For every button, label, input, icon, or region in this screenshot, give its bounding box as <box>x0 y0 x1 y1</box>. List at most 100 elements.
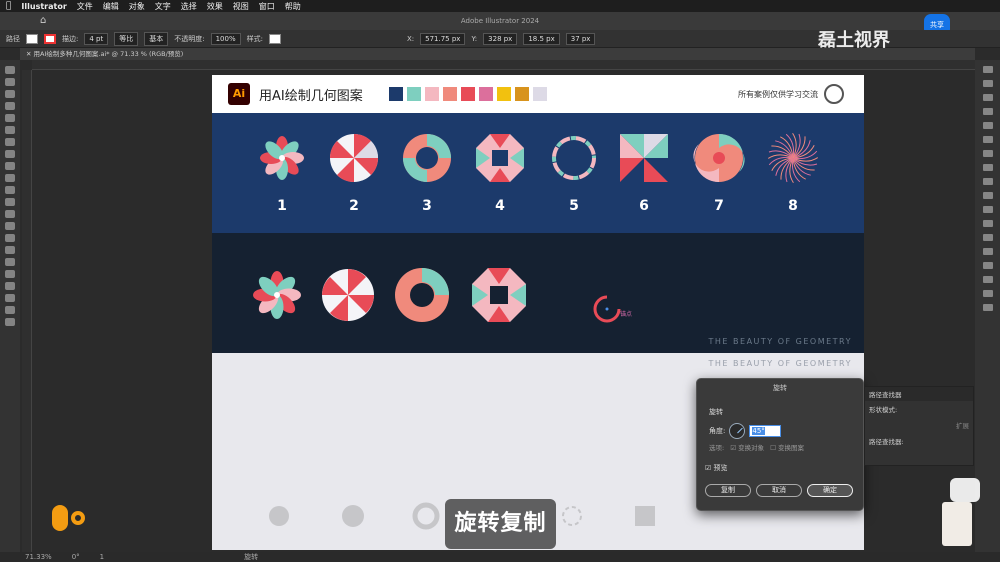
hand-tool-icon[interactable] <box>5 270 15 278</box>
artboard-tool-icon[interactable] <box>5 258 15 266</box>
angle-dial-icon[interactable] <box>729 423 746 439</box>
play-icon[interactable] <box>950 478 980 502</box>
selection-type: 路径 <box>6 34 20 43</box>
pattern-number: 8 <box>788 198 798 214</box>
menu-effect[interactable]: 效果 <box>207 1 223 12</box>
angle-input[interactable]: 45° <box>749 425 782 437</box>
brush-select[interactable]: 基本 <box>144 31 169 46</box>
apple-icon[interactable]:  <box>6 1 11 11</box>
horizontal-ruler[interactable] <box>32 60 975 70</box>
x-input[interactable]: 571.75 px <box>420 32 466 45</box>
menu-object[interactable]: 对象 <box>129 1 145 12</box>
transparency-icon[interactable] <box>982 234 993 241</box>
brand-logo <box>52 505 85 531</box>
gradient-icon[interactable] <box>982 220 993 227</box>
rotation-view[interactable]: 0° <box>72 553 80 561</box>
drawing-mode-icon[interactable] <box>5 306 15 314</box>
artboard-number[interactable]: 1 <box>100 553 104 561</box>
transform-patterns-checkbox[interactable]: ☐ 变换图案 <box>770 442 804 452</box>
type-tool-icon[interactable] <box>5 138 15 146</box>
export-icon[interactable] <box>982 262 993 269</box>
opacity-input[interactable]: 100% <box>210 32 241 45</box>
color-icon[interactable] <box>982 108 993 115</box>
menu-file[interactable]: 文件 <box>77 1 93 12</box>
y-input[interactable]: 328 px <box>483 32 518 45</box>
palette-swatch <box>533 87 547 101</box>
cancel-button[interactable]: 取消 <box>756 484 802 497</box>
fill-swatch[interactable] <box>26 33 38 44</box>
properties-icon[interactable] <box>982 66 993 73</box>
rotate-tool-icon[interactable] <box>5 150 15 158</box>
pathfinder-icon[interactable] <box>982 304 993 311</box>
scale-tool-icon[interactable] <box>5 162 15 170</box>
pattern-5-dashed-ring <box>552 136 596 180</box>
align-icon[interactable] <box>982 276 993 283</box>
zoom-level[interactable]: 71.33% <box>25 553 52 561</box>
pen-tool-icon[interactable] <box>5 90 15 98</box>
dialog-section: 旋转 <box>709 408 723 416</box>
zoom-tool-icon[interactable] <box>5 282 15 290</box>
swatches-icon[interactable] <box>982 122 993 129</box>
shape-builder-icon[interactable] <box>5 186 15 194</box>
style-label: 样式: <box>246 34 263 43</box>
symbol-tool-icon[interactable] <box>5 234 15 242</box>
transform-objects-checkbox[interactable]: ☑ 变换对象 <box>730 442 764 452</box>
eyedropper-tool-icon[interactable] <box>5 210 15 218</box>
transform-icon[interactable] <box>982 290 993 297</box>
menu-help[interactable]: 帮助 <box>285 1 301 12</box>
preview-checkbox[interactable]: ☑ 预览 <box>705 463 728 473</box>
video-subtitle: 旋转复制 <box>445 499 556 549</box>
palette-swatch <box>461 87 475 101</box>
transform-objects-label: 变换对象 <box>738 444 765 452</box>
palette-swatch <box>479 87 493 101</box>
direct-selection-tool-icon[interactable] <box>5 78 15 86</box>
vertical-ruler[interactable] <box>22 70 32 552</box>
artboard-title: 用AI绘制几何图案 <box>259 89 363 104</box>
character-icon[interactable] <box>982 164 993 171</box>
libraries-icon[interactable] <box>982 94 993 101</box>
pattern-1-flower <box>260 136 304 180</box>
logo-ring <box>71 511 85 525</box>
home-icon[interactable]: ⌂ <box>40 12 46 30</box>
fill-stroke-icon[interactable] <box>5 294 15 302</box>
app-menu[interactable]: Illustrator <box>21 2 66 11</box>
close-icon[interactable]: ✕ <box>26 50 34 58</box>
tagline: THE BEAUTY OF GEOMETRY <box>708 337 852 346</box>
stroke-swatch[interactable] <box>44 33 56 44</box>
pattern-number: 6 <box>639 198 649 214</box>
seal-logo <box>824 84 844 104</box>
menu-view[interactable]: 视图 <box>233 1 249 12</box>
graph-tool-icon[interactable] <box>5 246 15 254</box>
layers-icon[interactable] <box>982 80 993 87</box>
dialog-title: 旋转 <box>773 384 787 392</box>
pencil-tool-icon[interactable] <box>5 126 15 134</box>
menu-window[interactable]: 窗口 <box>259 1 275 12</box>
links-icon[interactable] <box>982 248 993 255</box>
palette-swatch <box>407 87 421 101</box>
menu-type[interactable]: 文字 <box>155 1 171 12</box>
menu-select[interactable]: 选择 <box>181 1 197 12</box>
eraser-tool-icon[interactable] <box>5 174 15 182</box>
style-swatch[interactable] <box>268 33 281 44</box>
selection-tool-icon[interactable] <box>5 66 15 74</box>
curvature-tool-icon[interactable] <box>5 102 15 110</box>
expand-button[interactable]: 扩展 <box>865 417 973 433</box>
copy-button[interactable]: 复制 <box>705 484 751 497</box>
stroke-weight-input[interactable]: 4 pt <box>84 32 109 45</box>
screen-mode-icon[interactable] <box>5 318 15 326</box>
height-input[interactable]: 37 px <box>565 32 596 45</box>
stroke-icon[interactable] <box>982 206 993 213</box>
options-label: 选项: <box>709 444 725 452</box>
brushes-icon[interactable] <box>982 136 993 143</box>
menu-edit[interactable]: 编辑 <box>103 1 119 12</box>
paragraph-icon[interactable] <box>982 178 993 185</box>
stroke-profile[interactable]: 等比 <box>114 31 139 46</box>
symbols-icon[interactable] <box>982 150 993 157</box>
blend-tool-icon[interactable] <box>5 222 15 230</box>
width-input[interactable]: 18.5 px <box>523 32 560 45</box>
copyright-note: 所有案例仅供学习交流 <box>738 90 818 99</box>
opentype-icon[interactable] <box>982 192 993 199</box>
ellipse-tool-icon[interactable] <box>5 114 15 122</box>
ok-button[interactable]: 确定 <box>807 484 853 497</box>
gradient-tool-icon[interactable] <box>5 198 15 206</box>
